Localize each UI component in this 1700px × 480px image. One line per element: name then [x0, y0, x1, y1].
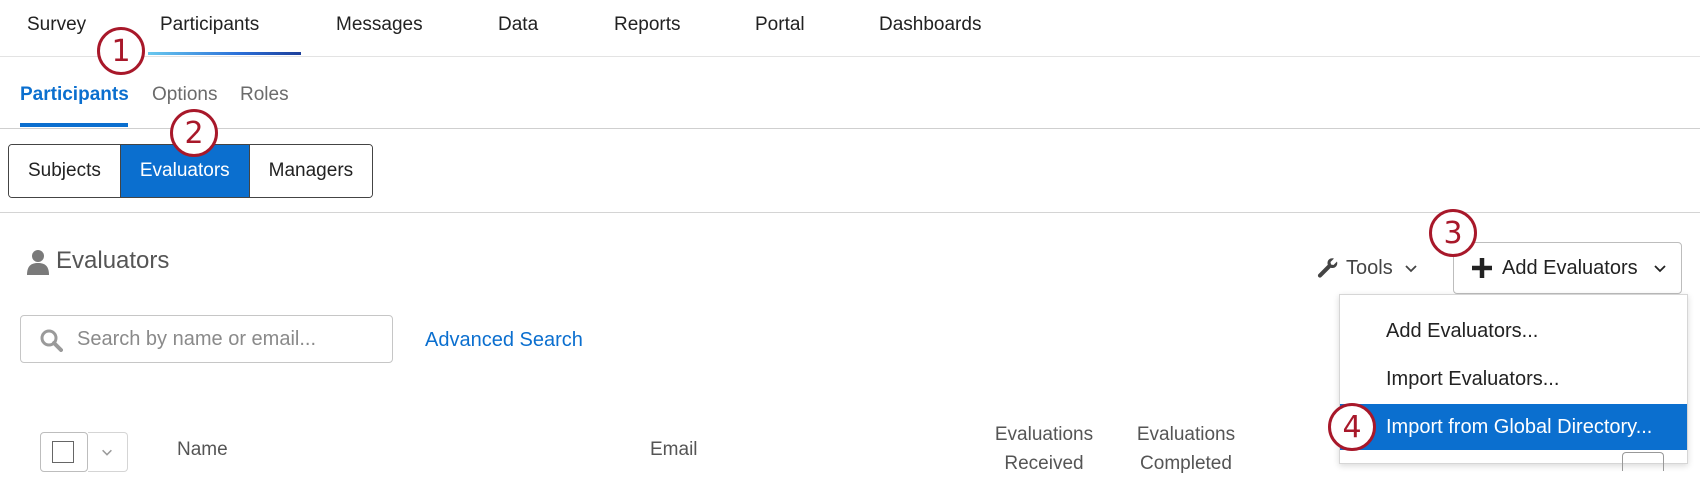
active-tab-indicator: [148, 52, 301, 55]
menu-item-import-global-directory[interactable]: Import from Global Directory...: [1340, 404, 1687, 450]
nav-dashboards[interactable]: Dashboards: [879, 14, 981, 36]
nav-portal[interactable]: Portal: [755, 14, 805, 36]
menu-item-import-evaluators[interactable]: Import Evaluators...: [1340, 356, 1687, 402]
column-header-evaluations-received[interactable]: Evaluations Received: [984, 420, 1104, 478]
sub-navigation: Participants Options Roles: [0, 57, 1700, 129]
column-header-line: Evaluations: [1136, 424, 1236, 445]
search-box: [20, 315, 393, 363]
chevron-down-icon: [1405, 265, 1417, 273]
segment-subjects[interactable]: Subjects: [9, 145, 120, 197]
select-options-dropdown[interactable]: [88, 432, 128, 472]
column-header-evaluations-completed[interactable]: Evaluations Completed: [1126, 420, 1246, 478]
plus-icon: [1472, 258, 1492, 278]
column-header-email[interactable]: Email: [650, 435, 698, 464]
checkbox-square: [52, 441, 74, 463]
wrench-icon: [1317, 258, 1338, 278]
subtab-participants[interactable]: Participants: [20, 84, 129, 106]
menu-item-add-evaluators[interactable]: Add Evaluators...: [1340, 308, 1687, 354]
nav-messages[interactable]: Messages: [336, 14, 423, 36]
column-header-name[interactable]: Name: [177, 435, 228, 464]
column-header-line: Completed: [1140, 453, 1232, 474]
callout-3: 3: [1429, 209, 1477, 257]
tools-button[interactable]: Tools: [1316, 256, 1419, 280]
nav-survey[interactable]: Survey: [27, 14, 86, 36]
add-evaluators-menu: Add Evaluators... Import Evaluators... I…: [1339, 294, 1688, 464]
chevron-down-icon: [102, 449, 112, 456]
column-header-line: Evaluations: [994, 424, 1094, 445]
top-navigation: Survey Participants Messages Data Report…: [0, 0, 1700, 57]
subtab-roles[interactable]: Roles: [240, 84, 289, 106]
column-options-button[interactable]: [1622, 452, 1664, 471]
callout-4: 4: [1328, 403, 1376, 451]
segment-managers[interactable]: Managers: [248, 145, 373, 197]
search-icon: [40, 329, 63, 352]
person-icon: [27, 250, 49, 275]
nav-participants[interactable]: Participants: [160, 14, 259, 36]
add-evaluators-button[interactable]: Add Evaluators: [1453, 242, 1682, 294]
subtab-options[interactable]: Options: [152, 84, 217, 106]
nav-reports[interactable]: Reports: [614, 14, 681, 36]
advanced-search-link[interactable]: Advanced Search: [425, 329, 583, 352]
tools-label: Tools: [1346, 256, 1393, 279]
add-evaluators-label: Add Evaluators: [1502, 256, 1638, 279]
select-all-checkbox[interactable]: [40, 432, 88, 472]
search-input[interactable]: [75, 316, 379, 363]
callout-2: 2: [170, 109, 218, 157]
section-title: Evaluators: [56, 247, 170, 274]
chevron-down-icon: [1654, 265, 1666, 273]
subtab-active-indicator: [20, 123, 128, 127]
callout-1: 1: [97, 27, 145, 75]
column-header-line: Received: [1004, 453, 1084, 474]
nav-data[interactable]: Data: [498, 14, 538, 36]
